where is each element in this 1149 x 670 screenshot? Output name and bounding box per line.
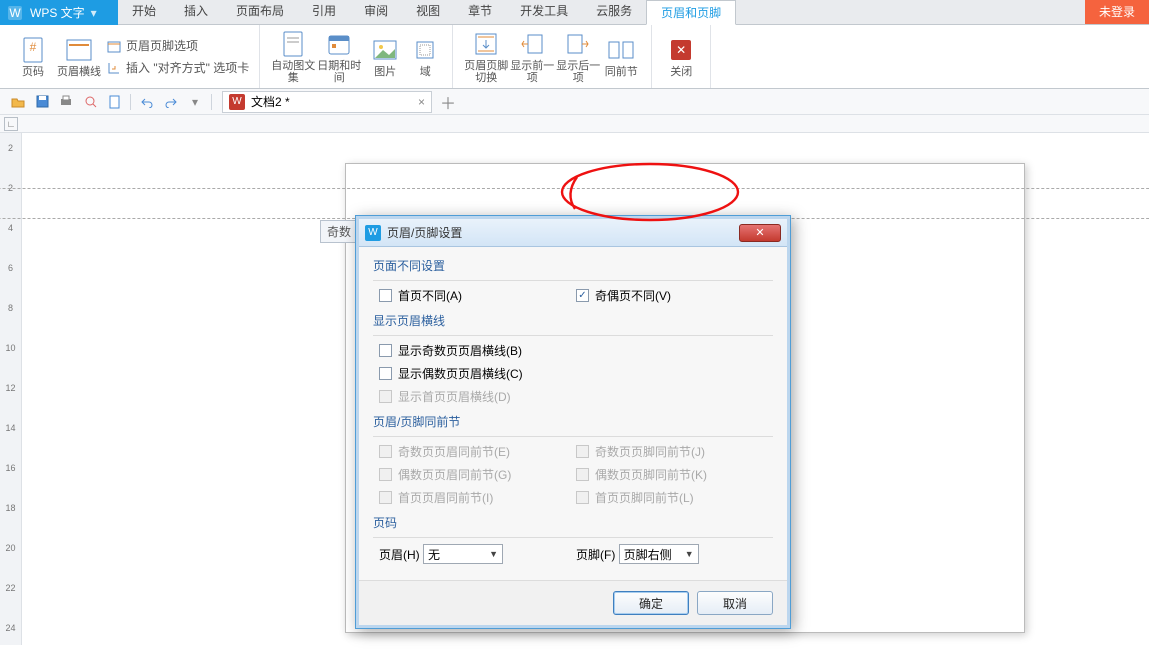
next-icon — [564, 30, 592, 58]
quick-access-toolbar: ▾ W 文档2 * × ＋ — [0, 89, 1149, 115]
app-titlebar: W WPS 文字 ▾ — [0, 0, 118, 25]
cancel-button[interactable]: 取消 — [697, 591, 773, 615]
prev-icon — [518, 30, 546, 58]
tab-devtools[interactable]: 开发工具 — [506, 0, 582, 24]
app-icon: W — [6, 4, 24, 22]
same-section-icon — [607, 36, 635, 64]
calendar-icon — [325, 30, 353, 58]
app-dropdown-icon[interactable]: ▾ — [91, 6, 97, 20]
picture-icon — [371, 36, 399, 64]
qat-dropdown-icon[interactable]: ▾ — [185, 92, 205, 112]
export-pdf-icon[interactable] — [104, 92, 124, 112]
close-hf-button[interactable]: ✕ 关闭 — [662, 27, 700, 87]
header-pagenum-label: 页眉(H) — [379, 546, 420, 563]
vertical-ruler[interactable]: 224681012141618202224 — [0, 133, 22, 645]
page-number-icon: # — [19, 36, 47, 64]
redo-icon[interactable] — [161, 92, 181, 112]
even-header-same-checkbox: 偶数页页眉同前节(G) — [379, 466, 576, 483]
dialog-close-button[interactable]: ✕ — [739, 224, 781, 242]
footer-pagenum-select[interactable]: 页脚右侧▼ — [619, 544, 699, 564]
show-even-line-checkbox[interactable]: 显示偶数页页眉横线(C) — [379, 365, 773, 382]
page-number-button[interactable]: # 页码 — [10, 27, 56, 87]
even-footer-same-checkbox: 偶数页页脚同前节(K) — [576, 466, 773, 483]
header-pagenum-select[interactable]: 无▼ — [423, 544, 503, 564]
show-prev-button[interactable]: 显示前一项 — [509, 27, 555, 87]
tab-start[interactable]: 开始 — [118, 0, 170, 24]
close-icon: ✕ — [667, 36, 695, 64]
new-tab-button[interactable]: ＋ — [440, 90, 456, 114]
autotext-button[interactable]: 自动图文集 — [270, 27, 316, 87]
tab-align-indicator[interactable]: ∟ — [4, 117, 18, 131]
tab-layout[interactable]: 页面布局 — [222, 0, 298, 24]
app-title: WPS 文字 — [30, 4, 85, 21]
open-icon[interactable] — [8, 92, 28, 112]
print-preview-icon[interactable] — [80, 92, 100, 112]
undo-icon[interactable] — [137, 92, 157, 112]
chevron-down-icon: ▼ — [489, 549, 498, 559]
group-page-diff: 页面不同设置 — [373, 257, 773, 274]
options-icon — [106, 38, 122, 54]
print-icon[interactable] — [56, 92, 76, 112]
ok-button[interactable]: 确定 — [613, 591, 689, 615]
odd-header-same-checkbox: 奇数页页眉同前节(E) — [379, 443, 576, 460]
insert-align-tab-button[interactable]: 插入 "对齐方式" 选项卡 — [106, 57, 249, 79]
show-next-button[interactable]: 显示后一项 — [555, 27, 601, 87]
dialog-titlebar[interactable]: W 页眉/页脚设置 ✕ — [359, 219, 787, 247]
align-tab-icon — [106, 60, 122, 76]
first-footer-same-checkbox: 首页页脚同前节(L) — [576, 489, 773, 506]
show-odd-line-checkbox[interactable]: 显示奇数页页眉横线(B) — [379, 342, 773, 359]
autotext-icon — [279, 30, 307, 58]
ribbon: # 页码 页眉横线 页眉页脚选项 插入 "对齐方式" 选项卡 自动图文集 日期和… — [0, 25, 1149, 89]
login-badge[interactable]: 未登录 — [1085, 0, 1149, 24]
tab-section[interactable]: 章节 — [454, 0, 506, 24]
odd-even-diff-checkbox[interactable]: 奇偶页不同(V) — [576, 287, 773, 304]
group-same-prev: 页眉/页脚同前节 — [373, 413, 773, 430]
separator — [130, 94, 131, 110]
footer-pagenum-label: 页脚(F) — [576, 546, 615, 563]
save-icon[interactable] — [32, 92, 52, 112]
document-workspace: 224681012141618202224 奇数 W 页眉/页脚设置 ✕ 页面不… — [0, 133, 1149, 645]
hf-options-button[interactable]: 页眉页脚选项 — [106, 35, 249, 57]
odd-footer-same-checkbox: 奇数页页脚同前节(J) — [576, 443, 773, 460]
first-page-diff-checkbox[interactable]: 首页不同(A) — [379, 287, 576, 304]
dialog-title: 页眉/页脚设置 — [387, 224, 462, 241]
dialog-app-icon: W — [365, 225, 381, 241]
document-tab[interactable]: W 文档2 * × — [222, 91, 432, 113]
tab-review[interactable]: 审阅 — [350, 0, 402, 24]
group-show-line: 显示页眉横线 — [373, 312, 773, 329]
tab-view[interactable]: 视图 — [402, 0, 454, 24]
same-prev-button[interactable]: 同前节 — [601, 27, 641, 87]
tab-cloud[interactable]: 云服务 — [582, 0, 646, 24]
switch-icon — [472, 30, 500, 58]
tab-insert[interactable]: 插入 — [170, 0, 222, 24]
header-line-button[interactable]: 页眉横线 — [56, 27, 102, 87]
odd-page-tag: 奇数 — [320, 220, 358, 243]
group-page-number: 页码 — [373, 514, 773, 531]
ribbon-tabstrip: 开始 插入 页面布局 引用 审阅 视图 章节 开发工具 云服务 页眉和页脚 未登… — [118, 0, 1149, 25]
separator — [211, 94, 212, 110]
header-footer-settings-dialog: W 页眉/页脚设置 ✕ 页面不同设置 首页不同(A) 奇偶页不同(V) 显示页眉… — [355, 215, 791, 629]
datetime-button[interactable]: 日期和时间 — [316, 27, 362, 87]
tab-reference[interactable]: 引用 — [298, 0, 350, 24]
tab-close-icon[interactable]: × — [418, 95, 425, 109]
chevron-down-icon: ▼ — [685, 549, 694, 559]
field-button[interactable]: 域 — [408, 27, 442, 87]
document-name: 文档2 * — [251, 93, 290, 110]
svg-text:W: W — [9, 6, 21, 20]
picture-button[interactable]: 图片 — [362, 27, 408, 87]
first-header-same-checkbox: 首页页眉同前节(I) — [379, 489, 576, 506]
svg-text:#: # — [30, 40, 37, 54]
ruler-corner-row: ∟ 6 4 2 24681012141618202224262830323436… — [0, 115, 1149, 133]
tab-header-footer[interactable]: 页眉和页脚 — [646, 0, 736, 25]
header-line-icon — [65, 36, 93, 64]
hf-switch-button[interactable]: 页眉页脚切换 — [463, 27, 509, 87]
header-guide-top — [0, 188, 1149, 189]
show-first-line-checkbox: 显示首页页眉横线(D) — [379, 388, 773, 405]
wps-word-icon: W — [229, 94, 245, 110]
field-icon — [411, 36, 439, 64]
